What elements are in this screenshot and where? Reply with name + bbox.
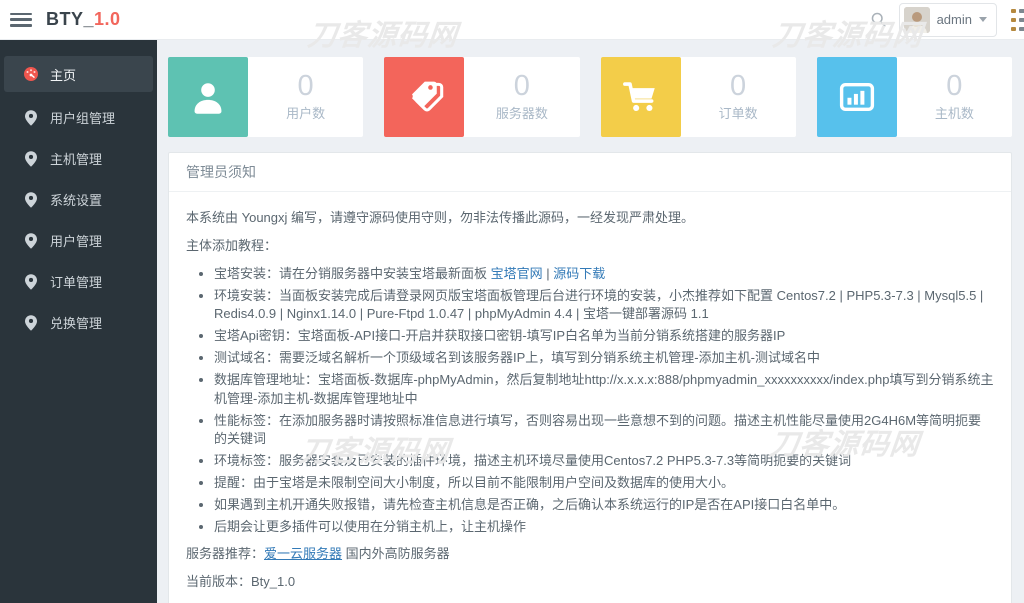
stat-value: 0 <box>730 70 747 102</box>
server-recommend-line: 服务器推荐：爱一云服务器 国内外高防服务器 <box>186 545 994 564</box>
app-logo[interactable]: BTY_1.0 <box>46 9 121 30</box>
sidebar-item-label: 兑换管理 <box>50 316 103 331</box>
cloud-server-link[interactable]: 爱一云服务器 <box>264 546 342 561</box>
sidebar-item-system-settings[interactable]: 系统设置 <box>4 179 153 220</box>
stat-card-orders: 0 订单数 <box>600 57 796 137</box>
sidebar-item-home[interactable]: 主页 <box>4 56 153 92</box>
logo-version: 1.0 <box>94 9 121 29</box>
user-icon <box>168 57 248 137</box>
list-item: 宝塔Api密钥：宝塔面板-API接口-开启并获取接口密钥-填写IP白名单为当前分… <box>214 327 994 346</box>
logo-prefix: BTY_ <box>46 9 95 29</box>
stat-label: 订单数 <box>718 106 758 121</box>
main-content: 0 用户数 0 服务器数 0 订单数 0 主机数 管理员须知 本系统由 Youn… <box>157 40 1024 603</box>
stat-value: 0 <box>946 70 963 102</box>
tags-icon <box>384 57 465 137</box>
sidebar-item-user-groups[interactable]: 用户组管理 <box>4 97 153 138</box>
sidebar-item-host-mgmt[interactable]: 主机管理 <box>4 138 153 179</box>
stat-value: 0 <box>297 70 314 102</box>
version-value: Bty_1.0 <box>251 573 296 589</box>
recommend-suffix: 国内外高防服务器 <box>342 545 450 561</box>
list-item: 提醒：由于宝塔是未限制空间大小制度，所以目前不能限制用户空间及数据库的使用大小。 <box>214 474 994 493</box>
sidebar-item-exchange-mgmt[interactable]: 兑换管理 <box>4 302 153 343</box>
notice-intro: 本系统由 Youngxj 编写，请遵守源码使用守则，勿非法传播此源码，一经发现严… <box>186 210 695 225</box>
chevron-down-icon <box>979 17 987 22</box>
stat-label: 服务器数 <box>495 106 548 121</box>
top-header: BTY_1.0 admin <box>0 0 1024 40</box>
bullet-text: 宝塔安装：请在分销服务器中安装宝塔最新面板 <box>214 265 491 281</box>
bar-chart-icon <box>816 57 897 137</box>
sidebar-item-label: 订单管理 <box>50 275 103 290</box>
sidebar-toggle-icon[interactable] <box>10 12 32 27</box>
user-menu-button[interactable]: admin <box>898 2 997 37</box>
map-pin-icon <box>23 232 39 250</box>
sidebar-item-label: 用户管理 <box>50 234 103 249</box>
version-label: 当前版本： <box>186 573 252 589</box>
sidebar-item-label: 主机管理 <box>50 152 103 167</box>
stat-card-servers: 0 服务器数 <box>384 57 580 137</box>
map-pin-icon <box>23 314 39 332</box>
list-item: 数据库管理地址：宝塔面板-数据库-phpMyAdmin，然后复制地址http:/… <box>214 371 994 409</box>
cart-icon <box>600 57 681 137</box>
notice-bullet-list: 宝塔安装：请在分销服务器中安装宝塔最新面板 宝塔官网 | 源码下载 环境安装：当… <box>186 265 994 537</box>
sidebar-item-label: 主页 <box>50 67 77 83</box>
map-pin-icon <box>23 109 39 127</box>
map-pin-icon <box>23 191 39 209</box>
baota-official-link[interactable]: 宝塔官网 <box>491 266 543 281</box>
stat-card-users: 0 用户数 <box>168 57 364 137</box>
user-name-label: admin <box>936 12 972 27</box>
version-line: 当前版本：Bty_1.0 <box>186 573 994 592</box>
sidebar-item-label: 系统设置 <box>50 193 103 208</box>
sidebar-item-user-mgmt[interactable]: 用户管理 <box>4 220 153 261</box>
sidebar-nav: 主页 用户组管理 主机管理 系统设置 用户管理 订单管理 兑换管理 <box>0 40 157 603</box>
stat-value: 0 <box>513 70 530 102</box>
search-icon[interactable] <box>865 6 893 34</box>
panel-title: 管理员须知 <box>169 153 1011 192</box>
avatar <box>903 6 930 33</box>
stat-label: 用户数 <box>286 106 326 121</box>
stat-cards-row: 0 用户数 0 服务器数 0 订单数 0 主机数 <box>168 57 1012 137</box>
list-item: 环境标签：服务器安装及已安装的插件环境，描述主机环境尽量使用Centos7.2 … <box>214 452 994 471</box>
stat-label: 主机数 <box>934 106 974 121</box>
sidebar-item-order-mgmt[interactable]: 订单管理 <box>4 261 153 302</box>
list-item: 宝塔安装：请在分销服务器中安装宝塔最新面板 宝塔官网 | 源码下载 <box>214 265 994 284</box>
map-pin-icon <box>23 150 39 168</box>
recommend-label: 服务器推荐： <box>186 545 265 561</box>
map-pin-icon <box>23 273 39 291</box>
list-item: 如果遇到主机开通失败报错，请先检查主机信息是否正确，之后确认本系统运行的IP是否… <box>214 496 994 515</box>
link-divider: | <box>542 265 554 281</box>
source-download-link[interactable]: 源码下载 <box>553 266 605 281</box>
stat-card-hosts: 0 主机数 <box>816 57 1012 137</box>
task-list-icon[interactable] <box>1011 8 1024 31</box>
sidebar-item-label: 用户组管理 <box>50 111 116 126</box>
list-item: 测试域名：需要泛域名解析一个顶级域名到该服务器IP上，填写到分销系统主机管理-添… <box>214 349 994 368</box>
tutorial-heading: 主体添加教程： <box>186 237 278 253</box>
dashboard-icon <box>23 65 39 83</box>
list-item: 环境安装：当面板安装完成后请登录网页版宝塔面板管理后台进行环境的安装，小杰推荐如… <box>214 287 994 325</box>
list-item: 后期会让更多插件可以使用在分销主机上，让主机操作 <box>214 518 994 537</box>
list-item: 性能标签：在添加服务器时请按照标准信息进行填写，否则容易出现一些意想不到的问题。… <box>214 412 994 450</box>
admin-notice-panel: 管理员须知 本系统由 Youngxj 编写，请遵守源码使用守则，勿非法传播此源码… <box>168 152 1012 603</box>
